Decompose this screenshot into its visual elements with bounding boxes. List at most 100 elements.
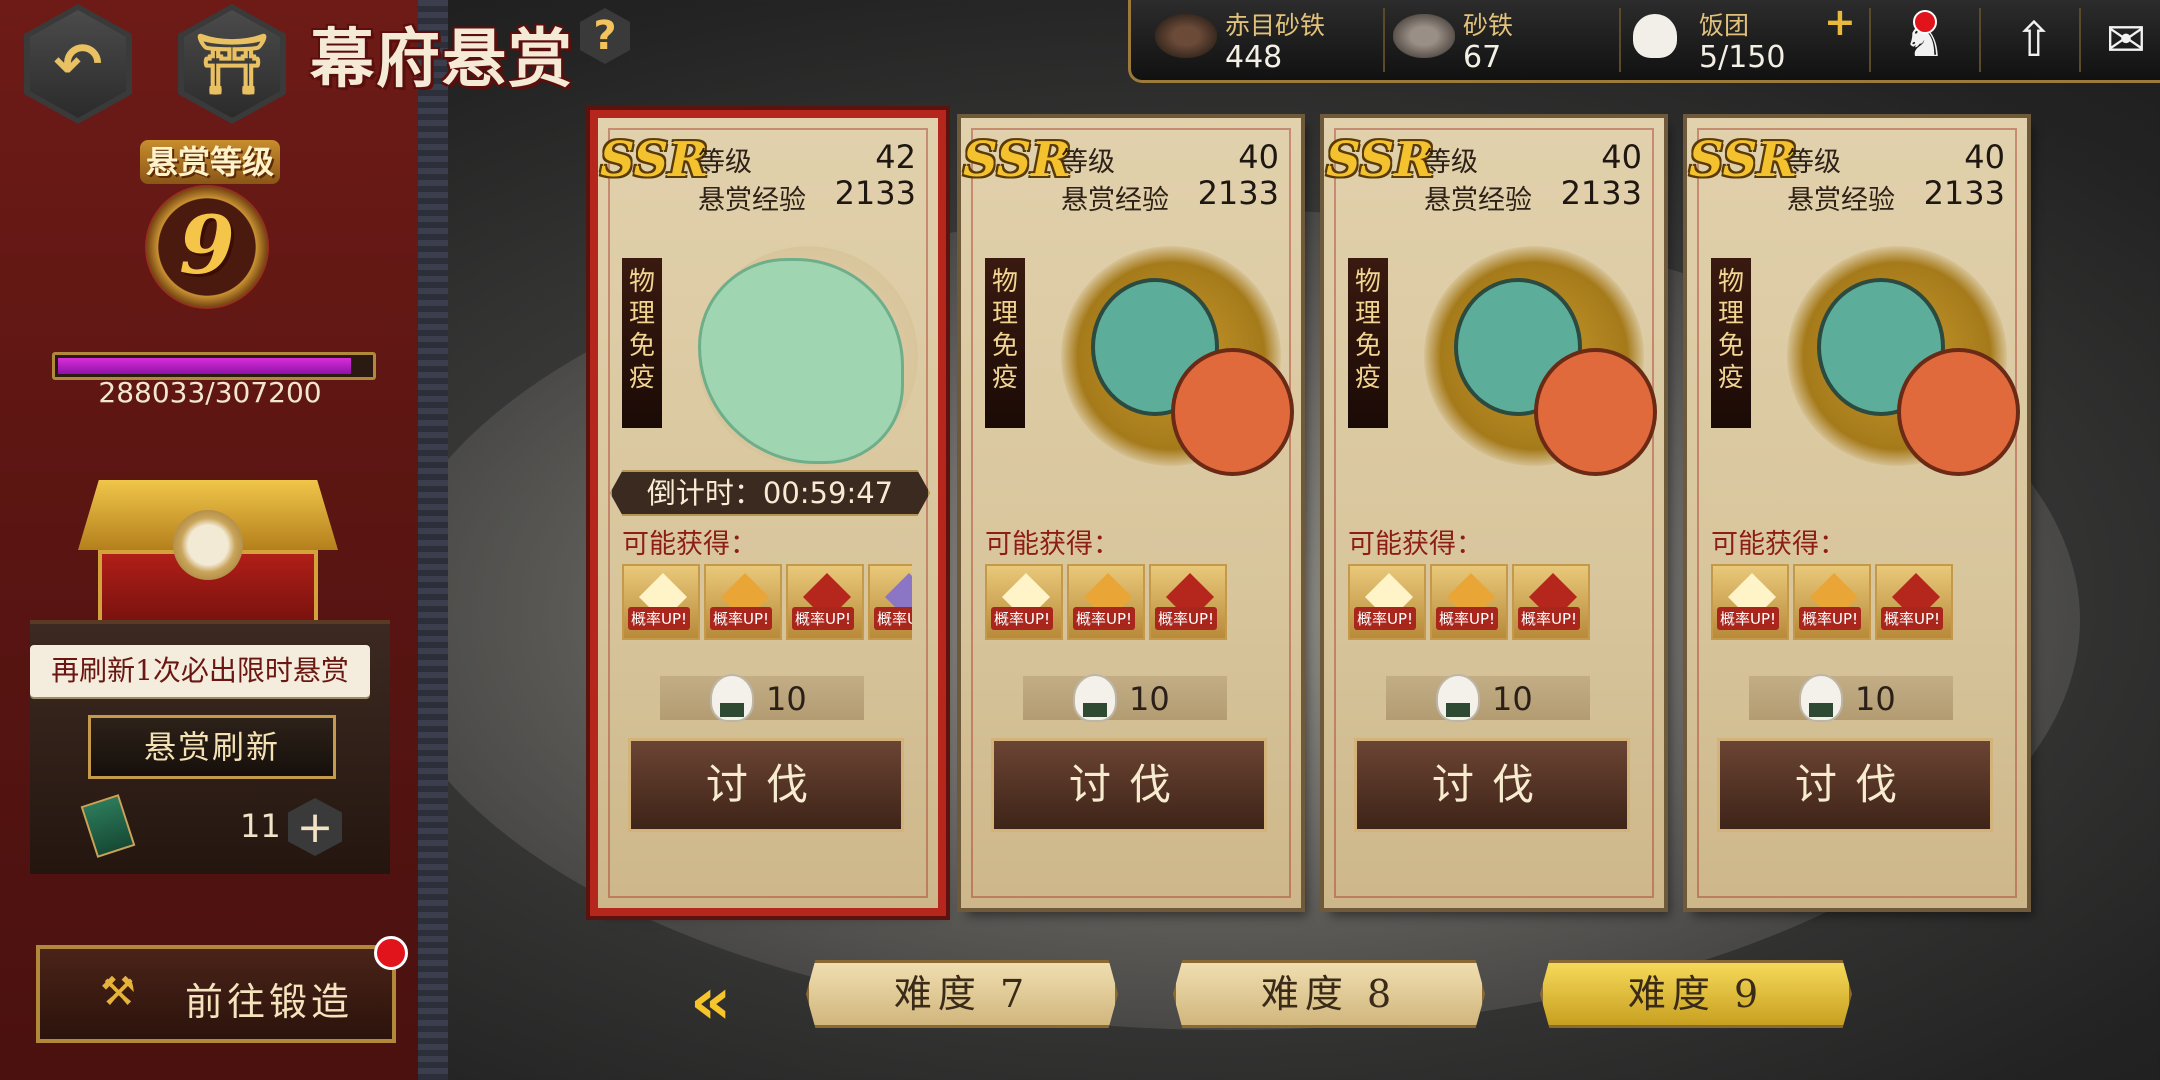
subjugate-button[interactable]: 讨伐 xyxy=(991,738,1267,832)
subjugate-button[interactable]: 讨伐 xyxy=(628,738,904,832)
immunity-tag: 物理免疫 xyxy=(985,258,1025,428)
yokai-portrait xyxy=(1747,238,2020,476)
immunity-tag: 物理免疫 xyxy=(1348,258,1388,428)
xp-progress-text: 288033/307200 xyxy=(98,376,322,409)
mask-yokai-orange-icon xyxy=(1534,348,1657,476)
yokai-portrait xyxy=(658,238,928,468)
bounty-card[interactable]: SSR 等级 40 悬赏经验 2133 物理免疫 可能获得： 概率UP! 概率U… xyxy=(1687,118,2027,908)
ssr-rarity-badge: SSR xyxy=(1689,132,1798,188)
upgrade-button[interactable]: ⇧ xyxy=(1989,6,2079,74)
home-gate-icon: ⛩ xyxy=(195,29,269,98)
cost-value: 10 xyxy=(1129,680,1170,718)
reward-item[interactable]: 概率UP! xyxy=(1875,564,1953,640)
possible-rewards-label: 可能获得： xyxy=(985,529,1120,560)
reward-item[interactable]: 概率UP! xyxy=(985,564,1063,640)
bounty-card[interactable]: SSR 等级 40 悬赏经验 2133 物理免疫 可能获得： 概率UP! 概率U… xyxy=(1324,118,1664,908)
cost-display: 10 xyxy=(1386,674,1590,722)
reward-item[interactable]: 概率UP! xyxy=(1348,564,1426,640)
exp-value: 2133 xyxy=(1923,174,2005,212)
reward-item[interactable]: 概率UP! xyxy=(786,564,864,640)
exp-label: 悬赏经验 xyxy=(1061,185,1169,216)
reward-item[interactable]: 概率UP! xyxy=(1430,564,1508,640)
difficulty-7-tab[interactable]: 难度 7 xyxy=(806,960,1118,1028)
reward-list: 概率UP! 概率UP! 概率UP! xyxy=(985,564,1275,640)
reward-item[interactable]: 概率UP! xyxy=(1512,564,1590,640)
reward-item[interactable]: 概率UP! xyxy=(868,564,912,640)
mail-button[interactable]: ✉ xyxy=(2081,6,2160,74)
add-rice-ball-button[interactable]: + xyxy=(1824,0,1856,44)
exp-value: 2133 xyxy=(1560,174,1642,212)
cost-display: 10 xyxy=(1749,674,1953,722)
reward-item[interactable]: 概率UP! xyxy=(704,564,782,640)
bounty-level-label: 悬赏等级 xyxy=(140,140,280,184)
reward-item[interactable]: 概率UP! xyxy=(1793,564,1871,640)
divider xyxy=(1383,8,1385,72)
level-value: 40 xyxy=(1601,138,1642,176)
refresh-ticket-icon xyxy=(80,794,136,858)
level-label: 等级 xyxy=(1787,147,1841,178)
subjugate-button[interactable]: 讨伐 xyxy=(1717,738,1993,832)
upgrade-arrow-icon: ⇧ xyxy=(2013,12,2055,68)
iron-sand-icon xyxy=(1393,14,1455,58)
reward-item[interactable]: 概率UP! xyxy=(1711,564,1789,640)
resource-iron-sand: 砂铁 67 xyxy=(1393,0,1593,80)
immunity-tag: 物理免疫 xyxy=(622,258,662,428)
ssr-rarity-badge: SSR xyxy=(963,132,1072,188)
level-label: 等级 xyxy=(698,147,752,178)
rice-ball-icon xyxy=(1436,674,1480,722)
bounty-level-number: 9 xyxy=(179,198,235,292)
rice-ball-icon xyxy=(1073,674,1117,722)
prev-page-arrow-icon[interactable]: « xyxy=(690,965,731,1039)
rate-up-badge: 概率UP! xyxy=(1799,607,1862,630)
rate-up-badge: 概率UP! xyxy=(1518,607,1581,630)
exp-label: 悬赏经验 xyxy=(1787,185,1895,216)
bounty-card[interactable]: SSR 等级 40 悬赏经验 2133 物理免疫 可能获得： 概率UP! 概率U… xyxy=(961,118,1301,908)
refresh-hint: 再刷新1次必出限时悬赏 xyxy=(30,645,370,697)
cost-display: 10 xyxy=(660,674,864,722)
level-label: 等级 xyxy=(1061,147,1115,178)
possible-rewards-label: 可能获得： xyxy=(622,529,757,560)
rate-up-badge: 概率UP! xyxy=(628,607,691,630)
anvil-icon: ⚒ xyxy=(100,969,136,1015)
refresh-bounty-button[interactable]: 悬赏刷新 xyxy=(88,715,336,779)
resource-name: 赤目砂铁 xyxy=(1225,11,1326,40)
bounty-card[interactable]: SSR 等级 42 悬赏经验 2133 物理免疫 倒计时：00:59:47 可能… xyxy=(598,118,938,908)
subjugate-button[interactable]: 讨伐 xyxy=(1354,738,1630,832)
rate-up-badge: 概率UP! xyxy=(991,607,1054,630)
level-value: 42 xyxy=(875,138,916,176)
resource-rice-ball: 饭团 5/150 + xyxy=(1629,0,1859,80)
immunity-tag: 物理免疫 xyxy=(1711,258,1751,428)
rate-up-badge: 概率UP! xyxy=(1354,607,1417,630)
difficulty-9-tab[interactable]: 难度 9 xyxy=(1540,960,1852,1028)
rice-ball-icon xyxy=(710,674,754,722)
reward-item[interactable]: 概率UP! xyxy=(1149,564,1227,640)
resource-value: 448 xyxy=(1225,40,1283,75)
rice-ball-icon xyxy=(1633,14,1677,58)
reward-list: 概率UP! 概率UP! 概率UP! 概率UP! xyxy=(622,564,912,640)
yokai-portrait xyxy=(1384,238,1657,476)
rate-up-badge: 概率UP! xyxy=(710,607,773,630)
help-button[interactable]: ? xyxy=(580,8,630,64)
reward-item[interactable]: 概率UP! xyxy=(1067,564,1145,640)
resource-bar: 赤目砂铁 448 砂铁 67 饭团 5/150 + ♞ ⇧ ✉ xyxy=(1128,0,2160,83)
countdown-timer: 倒计时：00:59:47 xyxy=(610,470,930,516)
chest-seal-icon xyxy=(173,510,243,580)
divider xyxy=(1869,8,1871,72)
resource-value: 5/150 xyxy=(1699,40,1786,75)
resource-red-iron-sand: 赤目砂铁 448 xyxy=(1155,0,1355,80)
difficulty-8-tab[interactable]: 难度 8 xyxy=(1173,960,1485,1028)
mask-yokai-orange-icon xyxy=(1171,348,1294,476)
level-value: 40 xyxy=(1238,138,1279,176)
page-title: 幕府悬赏 xyxy=(310,22,574,97)
mask-yokai-orange-icon xyxy=(1897,348,2020,476)
go-forge-button[interactable]: ⚒ 前往锻造 xyxy=(36,945,396,1043)
cost-display: 10 xyxy=(1023,674,1227,722)
reward-item[interactable]: 概率UP! xyxy=(622,564,700,640)
divider xyxy=(1979,8,1981,72)
level-label: 等级 xyxy=(1424,147,1478,178)
treasure-chest xyxy=(78,480,338,640)
possible-rewards-label: 可能获得： xyxy=(1348,529,1483,560)
red-iron-sand-icon xyxy=(1155,14,1217,58)
reward-list: 概率UP! 概率UP! 概率UP! xyxy=(1348,564,1638,640)
mail-icon: ✉ xyxy=(2105,12,2147,68)
